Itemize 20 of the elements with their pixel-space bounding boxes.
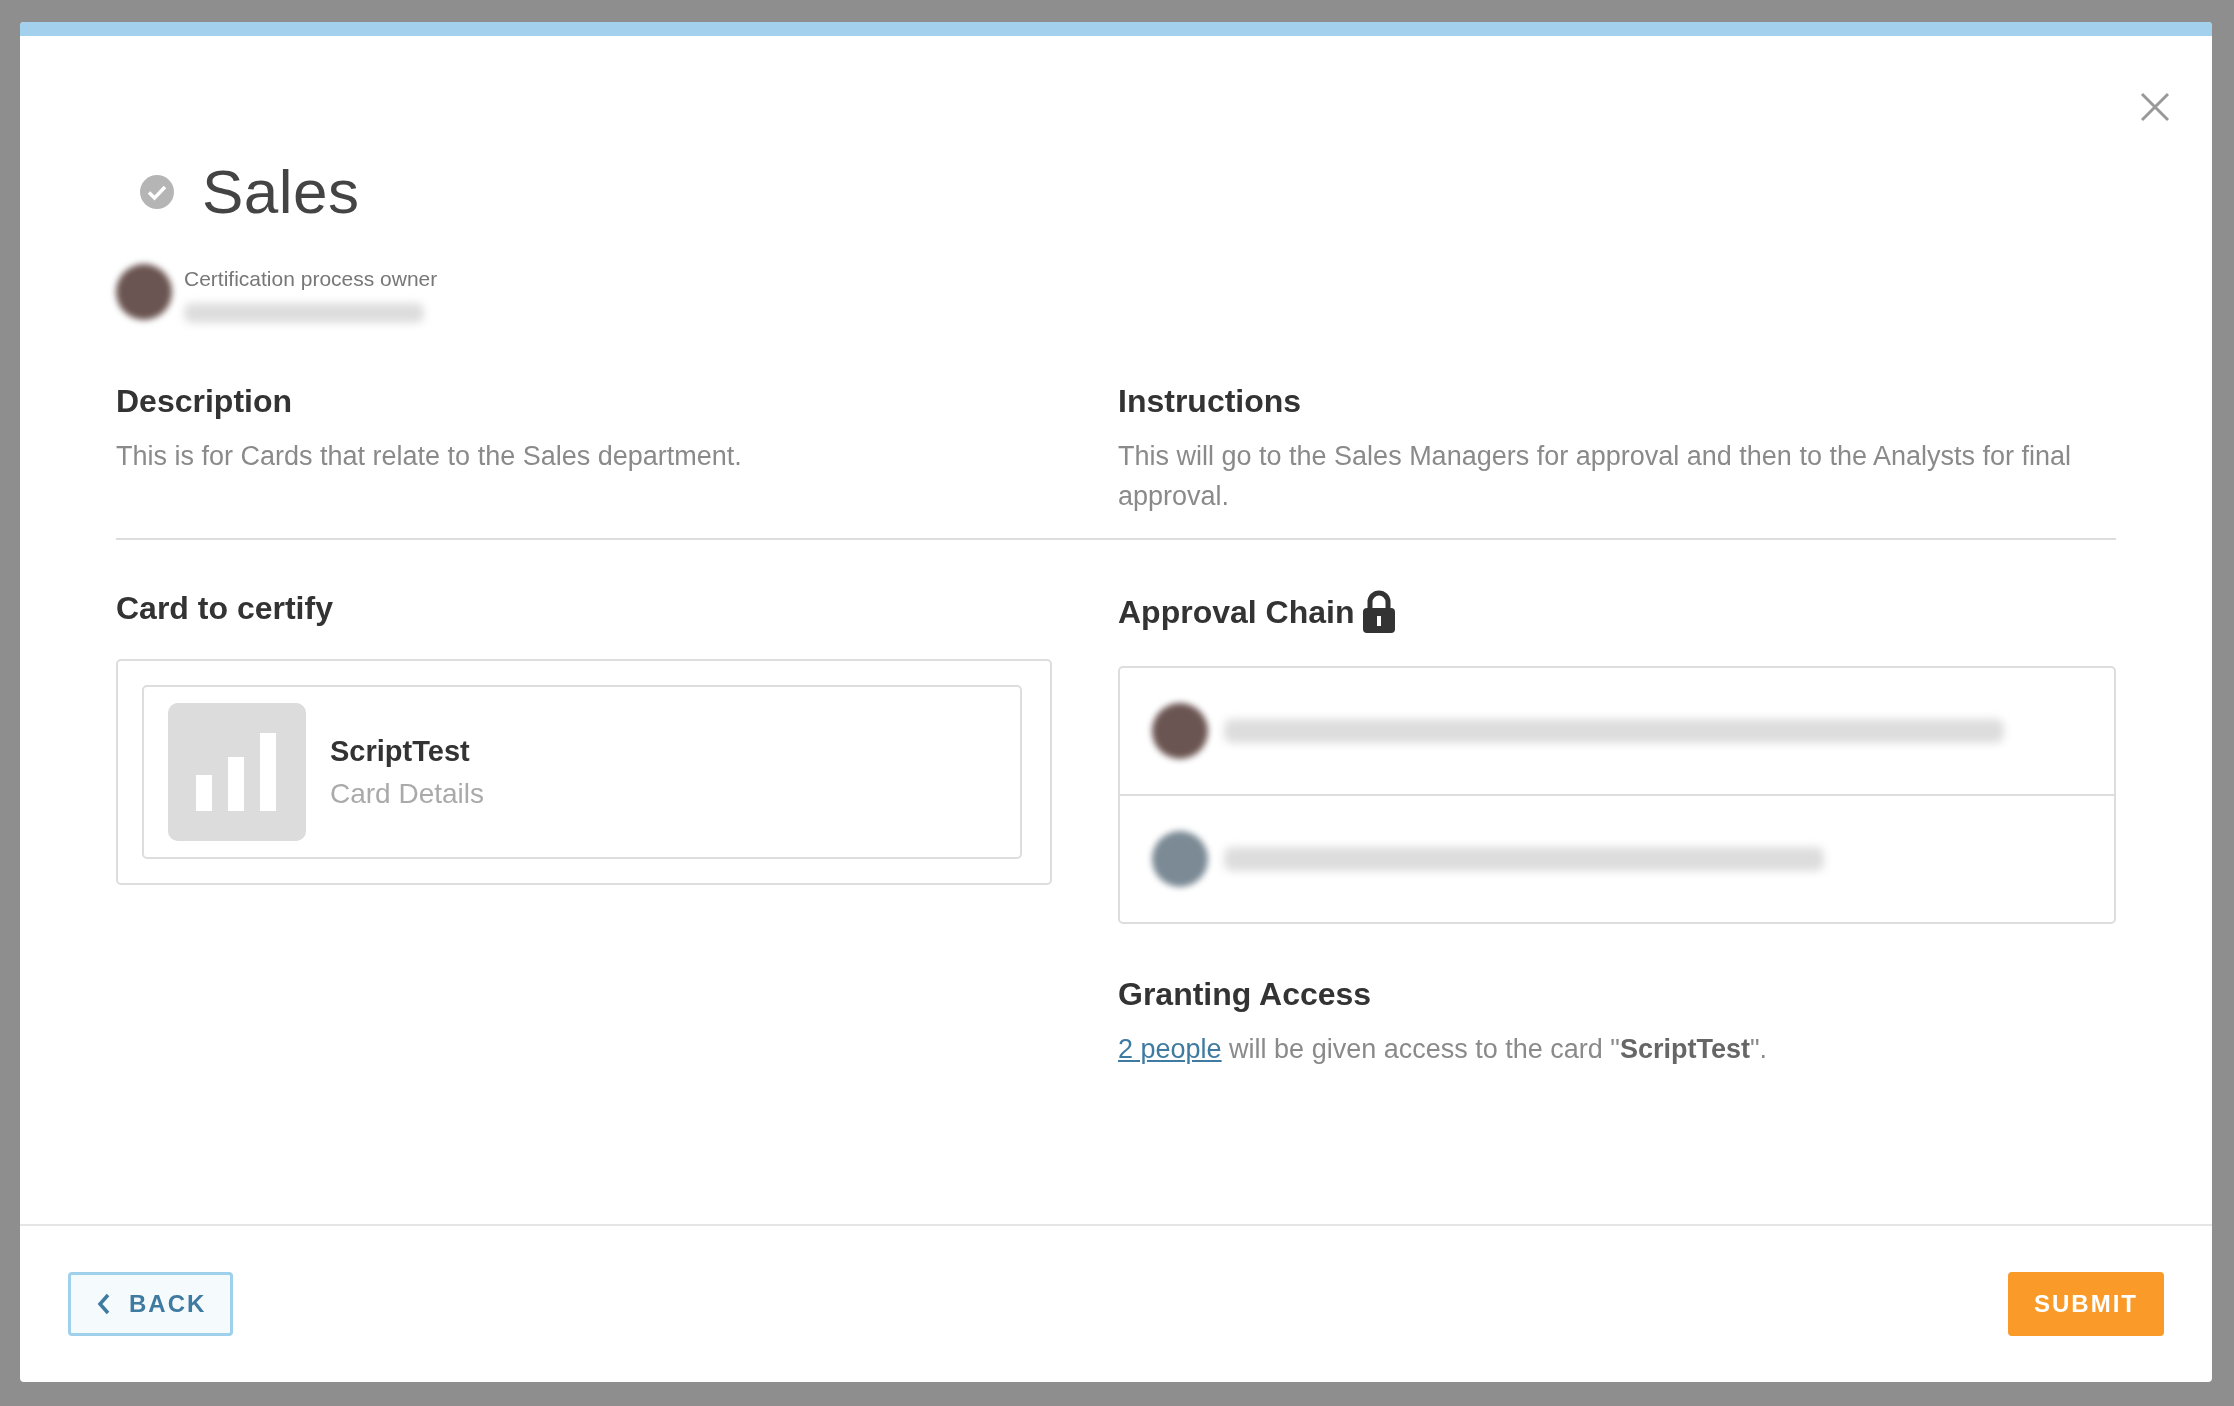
avatar-circle bbox=[1152, 831, 1208, 887]
owner-label: Certification process owner bbox=[184, 267, 438, 291]
avatar-circle bbox=[1152, 703, 1208, 759]
description-text: This is for Cards that relate to the Sales department. bbox=[116, 440, 743, 473]
back-button[interactable]: BACK bbox=[68, 1272, 234, 1336]
dialog-title: Sales bbox=[202, 156, 360, 227]
avatar-circle bbox=[116, 264, 172, 320]
card-item[interactable]: ScriptTest Card Details bbox=[142, 685, 1022, 859]
approval-chain-heading: Approval Chain bbox=[1118, 593, 1355, 631]
description-heading: Description bbox=[116, 383, 294, 420]
card-subtitle: Card Details bbox=[330, 777, 485, 810]
granting-access-text: 2 people will be given access to the card "ScriptTest". bbox=[1118, 1033, 1768, 1066]
instructions-text: This will go to the Sales Managers for approval and then to the Analysts for final approval. bbox=[1118, 440, 2073, 513]
close-icon[interactable] bbox=[2140, 92, 2170, 122]
instructions-heading: Instructions bbox=[1118, 383, 1303, 420]
card-name: ScriptTest bbox=[330, 734, 471, 768]
chevron-left-icon bbox=[97, 1293, 111, 1315]
card-section-heading: Card to certify bbox=[116, 590, 334, 627]
granting-access-heading: Granting Access bbox=[1118, 976, 1373, 1013]
people-link[interactable]: 2 people bbox=[1118, 1034, 1222, 1064]
